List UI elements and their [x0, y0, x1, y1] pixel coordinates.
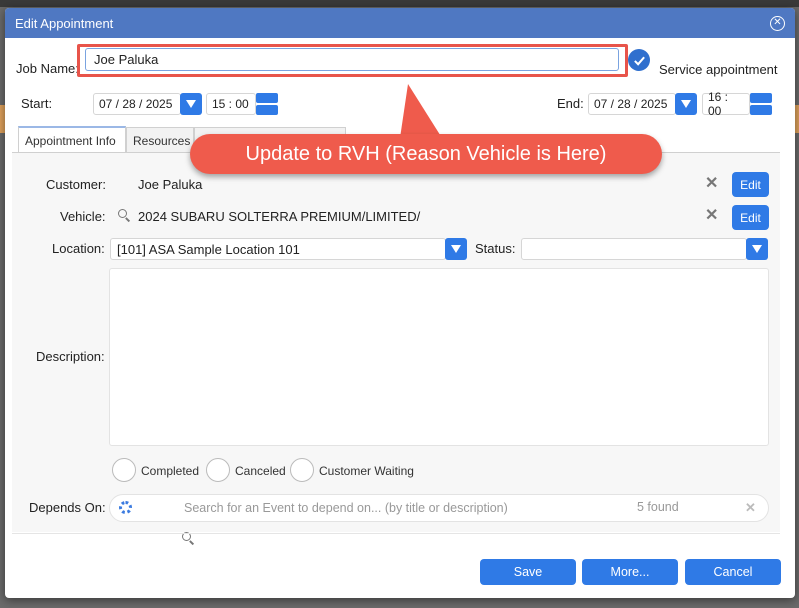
completed-label: Completed	[141, 464, 200, 478]
edit-appointment-dialog: Edit Appointment ✕ Job Name: Service app…	[5, 8, 795, 598]
start-time-stepper[interactable]	[256, 93, 278, 115]
depends-on-label: Depends On:	[29, 500, 106, 515]
description-label: Description:	[36, 349, 105, 364]
status-dropdown-button[interactable]	[746, 238, 768, 260]
canceled-radio[interactable]	[206, 458, 230, 482]
job-name-label: Job Name:	[16, 61, 79, 76]
description-textarea[interactable]	[109, 268, 769, 446]
vehicle-value[interactable]: 2024 SUBARU SOLTERRA PREMIUM/LIMITED/	[138, 209, 420, 224]
edit-customer-button[interactable]: Edit	[732, 172, 769, 197]
clear-depends-icon[interactable]: ✕	[745, 501, 756, 514]
completed-radio[interactable]	[112, 458, 136, 482]
service-appointment-label: Service appointment	[659, 62, 778, 77]
close-icon[interactable]: ✕	[770, 15, 785, 31]
footer-divider	[12, 533, 780, 534]
end-time-field[interactable]: 16 : 00	[702, 90, 750, 118]
dialog-title: Edit Appointment	[15, 15, 114, 31]
start-date-dropdown-button[interactable]	[180, 93, 202, 115]
end-date-field[interactable]: 07 / 28 / 2025	[588, 93, 676, 115]
end-label: End:	[557, 96, 584, 111]
vehicle-label: Vehicle:	[60, 209, 106, 224]
end-time-stepper[interactable]	[750, 93, 772, 115]
start-time-field[interactable]: 15 : 00	[206, 93, 256, 115]
end-date-dropdown-button[interactable]	[675, 93, 697, 115]
canceled-label: Canceled	[235, 464, 286, 478]
customer-waiting-label: Customer Waiting	[319, 464, 414, 478]
start-label: Start:	[21, 96, 53, 111]
status-select[interactable]	[521, 238, 747, 260]
clear-customer-icon[interactable]: ✕	[705, 176, 718, 192]
service-appointment-checkbox[interactable]	[628, 49, 650, 71]
tab-appointment-info[interactable]: Appointment Info	[18, 126, 126, 153]
more-button[interactable]: More...	[582, 559, 678, 585]
start-date-field[interactable]: 07 / 28 / 2025	[93, 93, 181, 115]
checkmark-icon	[633, 56, 645, 66]
edit-vehicle-button[interactable]: Edit	[732, 205, 769, 230]
callout-pointer	[400, 84, 442, 138]
location-label: Location:	[52, 241, 105, 256]
depends-on-placeholder: Search for an Event to depend on... (by …	[184, 501, 508, 515]
customer-value[interactable]: Joe Paluka	[138, 177, 202, 192]
customer-waiting-radio[interactable]	[290, 458, 314, 482]
dialog-titlebar: Edit Appointment ✕	[5, 8, 795, 38]
location-select[interactable]: [101] ASA Sample Location 101	[110, 238, 446, 260]
found-count: 5 found	[637, 500, 679, 514]
clear-vehicle-icon[interactable]: ✕	[705, 208, 718, 224]
background-strip	[0, 0, 799, 7]
callout-annotation: Update to RVH (Reason Vehicle is Here)	[190, 134, 662, 174]
location-dropdown-button[interactable]	[445, 238, 467, 260]
tab-resources[interactable]: Resources	[126, 127, 194, 153]
search-icon	[118, 209, 130, 221]
customer-label: Customer:	[46, 177, 106, 192]
save-button[interactable]: Save	[480, 559, 576, 585]
gear-icon[interactable]	[119, 501, 132, 514]
cancel-button[interactable]: Cancel	[685, 559, 781, 585]
highlight-box	[77, 44, 628, 77]
status-label: Status:	[475, 241, 516, 256]
